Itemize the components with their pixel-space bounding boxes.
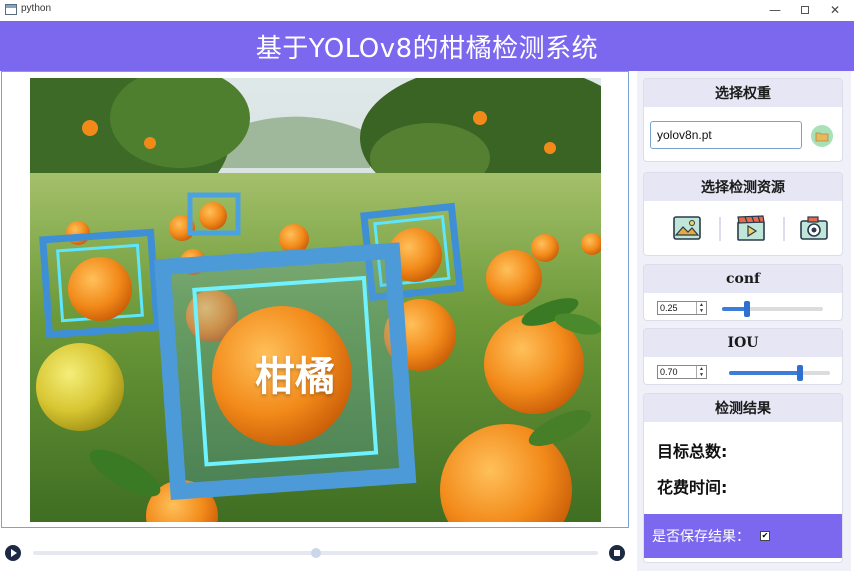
iou-value: 0.70 bbox=[660, 367, 678, 377]
save-results-row: 是否保存结果： ✔ bbox=[644, 514, 842, 558]
iou-spinbox[interactable]: 0.70 ▲ ▼ bbox=[657, 365, 707, 379]
time-cost-label: 花费时间: bbox=[657, 478, 728, 497]
iou-slider-fill bbox=[729, 371, 800, 375]
results-heading: 检测结果 bbox=[644, 394, 842, 422]
progress-handle[interactable] bbox=[311, 548, 321, 558]
weights-card: 选择权重 yolov8n.pt bbox=[643, 78, 843, 162]
save-results-label: 是否保存结果： bbox=[652, 529, 750, 545]
conf-card: conf 0.25 ▲ ▼ bbox=[643, 264, 843, 321]
weights-file-field[interactable]: yolov8n.pt bbox=[650, 121, 802, 149]
control-panel: 选择权重 yolov8n.pt 选择检测资源 conf 0.25 ▲ ▼ IOU… bbox=[637, 71, 851, 571]
camera-source-button[interactable] bbox=[799, 213, 829, 243]
maximize-icon bbox=[801, 6, 809, 14]
image-icon bbox=[673, 216, 701, 240]
conf-slider[interactable] bbox=[722, 301, 823, 317]
window-title: python bbox=[21, 3, 52, 14]
minimize-button[interactable]: — bbox=[760, 0, 790, 20]
select-weights-button[interactable] bbox=[811, 125, 833, 147]
app-icon bbox=[5, 4, 17, 15]
conf-spinbox[interactable]: 0.25 ▲ ▼ bbox=[657, 301, 707, 315]
source-card: 选择检测资源 bbox=[643, 172, 843, 256]
iou-slider-handle[interactable] bbox=[797, 365, 803, 381]
total-count-label: 目标总数: bbox=[657, 442, 728, 461]
iou-heading: IOU bbox=[644, 329, 842, 357]
spin-arrows-icon[interactable]: ▲ ▼ bbox=[696, 302, 706, 314]
image-source-button[interactable] bbox=[672, 213, 702, 243]
camera-icon bbox=[800, 216, 828, 240]
page-title: 基于YOLOv8的柑橘检测系统 bbox=[255, 33, 599, 64]
close-button[interactable]: ✕ bbox=[820, 0, 850, 20]
orange-overlay-label: 柑橘 bbox=[255, 354, 335, 400]
iou-slider[interactable] bbox=[729, 365, 830, 381]
play-button[interactable] bbox=[5, 545, 21, 561]
header-banner: 基于YOLOv8的柑橘检测系统 bbox=[0, 21, 854, 71]
divider bbox=[719, 217, 721, 241]
conf-value: 0.25 bbox=[660, 303, 678, 313]
conf-slider-handle[interactable] bbox=[744, 301, 750, 317]
conf-heading: conf bbox=[644, 265, 842, 293]
video-icon bbox=[737, 215, 765, 241]
source-heading: 选择检测资源 bbox=[644, 173, 842, 201]
iou-card: IOU 0.70 ▲ ▼ bbox=[643, 328, 843, 385]
image-viewer: 柑橘 bbox=[1, 71, 629, 528]
folder-icon bbox=[815, 132, 829, 142]
window-titlebar: python — ✕ bbox=[0, 0, 854, 20]
spin-arrows-icon[interactable]: ▲ ▼ bbox=[696, 366, 706, 378]
save-results-checkbox[interactable]: ✔ bbox=[760, 531, 770, 541]
video-progress-slider[interactable] bbox=[33, 548, 598, 558]
results-card: 检测结果 目标总数: 花费时间: 是否保存结果： ✔ bbox=[643, 393, 843, 563]
divider bbox=[783, 217, 785, 241]
orchard-scene bbox=[30, 78, 601, 522]
detection-image: 柑橘 bbox=[30, 78, 601, 522]
video-source-button[interactable] bbox=[736, 213, 766, 243]
weights-heading: 选择权重 bbox=[644, 79, 842, 107]
maximize-button[interactable] bbox=[790, 0, 820, 20]
stop-button[interactable] bbox=[609, 545, 625, 561]
